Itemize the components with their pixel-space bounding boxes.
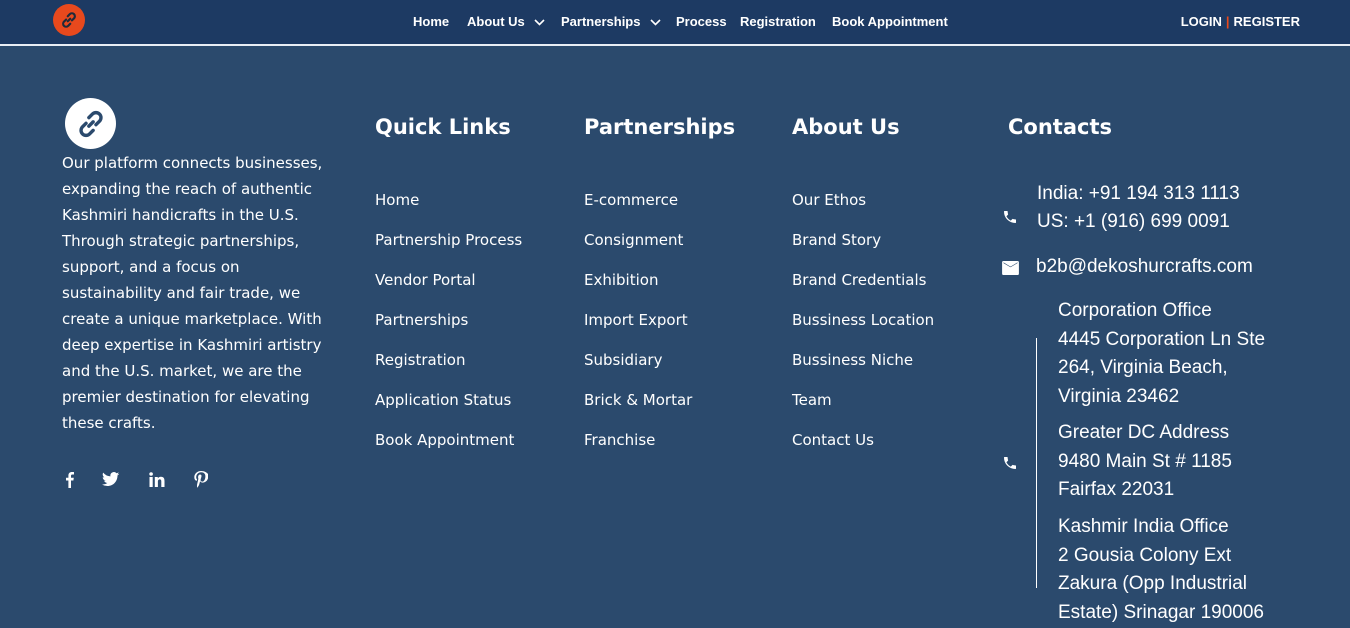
- about-link-contact-us[interactable]: Contact Us: [792, 429, 934, 469]
- address-divider: [1036, 338, 1037, 588]
- address-line: Virginia 23462: [1058, 385, 1180, 407]
- greater-dc-address: Greater DC Address 9480 Main St # 1185 F…: [1058, 419, 1232, 505]
- office-name: Kashmir India Office: [1058, 516, 1229, 537]
- nav-registration[interactable]: Registration: [740, 14, 816, 29]
- quick-link-home[interactable]: Home: [375, 189, 522, 229]
- site-logo[interactable]: [53, 4, 85, 36]
- partnership-link-import-export[interactable]: Import Export: [584, 309, 692, 349]
- nav-home-label: Home: [413, 14, 450, 29]
- office-name: Greater DC Address: [1058, 422, 1230, 443]
- auth-separator: |: [1225, 14, 1230, 29]
- address-line: Estate) Srinagar 190006: [1058, 601, 1264, 623]
- nav-book-appointment[interactable]: Book Appointment: [832, 14, 948, 29]
- brand-description: Our platform connects businesses, expand…: [62, 154, 323, 432]
- auth-links: LOGIN | REGISTER: [1181, 14, 1300, 29]
- about-link-team[interactable]: Team: [792, 389, 934, 429]
- nav-about-us[interactable]: About Us: [467, 14, 545, 29]
- address-line: 9480 Main St # 1185: [1058, 450, 1232, 472]
- address-line: Fairfax 22031: [1058, 479, 1175, 500]
- about-link-business-location[interactable]: Bussiness Location: [792, 309, 934, 349]
- quick-link-vendor-portal[interactable]: Vendor Portal: [375, 269, 522, 309]
- chain-link-icon: [78, 110, 103, 137]
- twitter-icon[interactable]: [102, 470, 120, 488]
- nav-partnerships-label: Partnerships: [561, 14, 641, 29]
- kashmir-india-office-address: Kashmir India Office 2 Gousia Colony Ext…: [1058, 513, 1264, 627]
- mail-icon: [1001, 259, 1019, 277]
- email-link[interactable]: b2b@dekoshurcrafts.com: [1036, 253, 1253, 282]
- contacts-title: Contacts: [1008, 115, 1112, 139]
- footer-logo[interactable]: [65, 98, 116, 149]
- nav-process-label: Process: [676, 14, 727, 29]
- phone-icon: [1001, 208, 1019, 226]
- address-line: 264, Virginia Beach,: [1058, 357, 1228, 378]
- partnership-link-franchise[interactable]: Franchise: [584, 429, 692, 469]
- chevron-down-icon: [534, 19, 545, 26]
- quick-link-registration[interactable]: Registration: [375, 349, 522, 389]
- partnership-link-ecommerce[interactable]: E-commerce: [584, 189, 692, 229]
- address-line: Zakura (Opp Industrial: [1058, 573, 1248, 594]
- nav-registration-label: Registration: [740, 14, 816, 29]
- quick-links-list: Home Partnership Process Vendor Portal P…: [375, 189, 522, 469]
- about-us-title: About Us: [792, 115, 900, 139]
- address-line: 2 Gousia Colony Ext: [1058, 544, 1232, 566]
- login-link[interactable]: LOGIN: [1181, 14, 1222, 29]
- quick-link-application-status[interactable]: Application Status: [375, 389, 522, 429]
- chevron-down-icon: [650, 19, 661, 26]
- about-link-our-ethos[interactable]: Our Ethos: [792, 189, 934, 229]
- phone-india[interactable]: India: +91 194 313 1113: [1037, 180, 1240, 209]
- quick-link-partnerships[interactable]: Partnerships: [375, 309, 522, 349]
- quick-link-partnership-process[interactable]: Partnership Process: [375, 229, 522, 269]
- partnership-link-consignment[interactable]: Consignment: [584, 229, 692, 269]
- phone-us[interactable]: US: +1 (916) 699 0091: [1037, 208, 1230, 237]
- nav-about-us-label: About Us: [467, 14, 525, 29]
- nav-home[interactable]: Home: [413, 14, 449, 29]
- phone-icon: [1001, 454, 1019, 472]
- partnership-link-brick-mortar[interactable]: Brick & Mortar: [584, 389, 692, 429]
- office-name: Corporation Office: [1058, 300, 1212, 321]
- facebook-icon[interactable]: [60, 470, 78, 488]
- partnerships-title: Partnerships: [584, 115, 736, 139]
- linkedin-icon[interactable]: [148, 470, 166, 488]
- about-link-brand-story[interactable]: Brand Story: [792, 229, 934, 269]
- quick-link-book-appointment[interactable]: Book Appointment: [375, 429, 522, 469]
- about-link-brand-credentials[interactable]: Brand Credentials: [792, 269, 934, 309]
- register-link[interactable]: REGISTER: [1234, 14, 1300, 29]
- nav-process[interactable]: Process: [676, 14, 727, 29]
- nav-partnerships[interactable]: Partnerships: [561, 14, 661, 29]
- corporation-office-address: Corporation Office 4445 Corporation Ln S…: [1058, 297, 1265, 411]
- quick-links-title: Quick Links: [375, 115, 511, 139]
- about-us-list: Our Ethos Brand Story Brand Credentials …: [792, 189, 934, 469]
- about-link-business-niche[interactable]: Bussiness Niche: [792, 349, 934, 389]
- partnership-link-exhibition[interactable]: Exhibition: [584, 269, 692, 309]
- top-navbar: Home About Us Partnerships Process Regis…: [0, 0, 1350, 46]
- nav-book-appointment-label: Book Appointment: [832, 14, 948, 29]
- partnership-link-subsidiary[interactable]: Subsidiary: [584, 349, 692, 389]
- pinterest-icon[interactable]: [192, 470, 210, 488]
- address-line: 4445 Corporation Ln Ste: [1058, 328, 1266, 350]
- partnerships-list: E-commerce Consignment Exhibition Import…: [584, 189, 692, 469]
- chain-link-icon: [62, 12, 76, 28]
